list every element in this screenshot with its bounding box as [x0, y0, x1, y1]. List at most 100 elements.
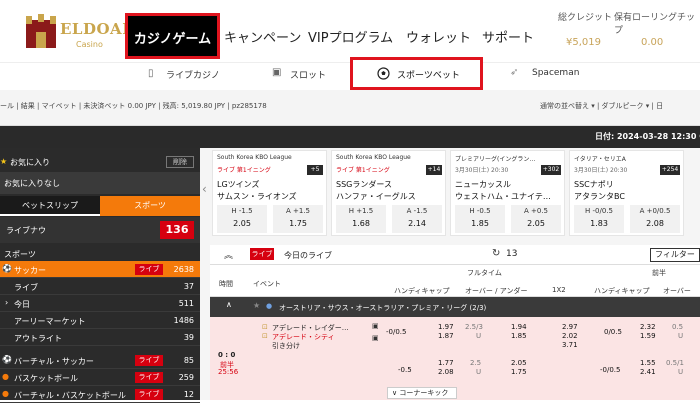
- odds-away-button[interactable]: A -1.5 2.14: [392, 205, 442, 233]
- odds-cell: U: [476, 332, 482, 340]
- filter-button[interactable]: フィルター: [650, 248, 700, 262]
- team-icon: ⊡: [262, 323, 268, 331]
- favorites-title: お気に入り: [10, 158, 50, 167]
- col-time: 時間: [219, 280, 233, 288]
- tab-sports[interactable]: スポーツ: [100, 196, 200, 216]
- odds-cell: U: [476, 368, 482, 376]
- card-icon: ▯: [148, 68, 154, 79]
- nav-wallet[interactable]: ウォレット: [406, 27, 471, 46]
- virtual-basketball-icon: ●: [2, 389, 9, 398]
- odds-cell[interactable]: 1.75: [511, 368, 527, 376]
- carousel-dots[interactable]: [412, 238, 532, 253]
- sports-heading: スポーツ: [4, 250, 36, 259]
- brand-logo[interactable]: ELDOAH Casino: [24, 14, 136, 52]
- collapse-up-icon[interactable]: ︽: [224, 248, 233, 261]
- nav-campaign[interactable]: キャンペーン: [224, 27, 301, 46]
- odds-cell[interactable]: 3.71: [562, 341, 578, 349]
- sort-options[interactable]: 通常の並べ替え ▾ | ダブルピーク ▾ | 日: [540, 101, 663, 111]
- odds-cell[interactable]: 2.05: [511, 359, 527, 367]
- odds-cell: 2.5: [470, 359, 482, 367]
- nav-vip[interactable]: VIPプログラム: [308, 27, 393, 46]
- featured-match-card[interactable]: イタリア・セリエA 3月30日(土) 20:30 +254 SSCナポリ アタラ…: [569, 150, 684, 236]
- subnav-sports-label: スポーツベット: [397, 71, 460, 81]
- delete-button[interactable]: 削除: [166, 156, 194, 168]
- odds-cell: -0/0.5: [600, 366, 621, 374]
- refresh-icon[interactable]: ↻: [492, 248, 500, 259]
- odds-cell[interactable]: 1.77: [438, 359, 454, 367]
- star-outline-icon[interactable]: ★: [253, 301, 260, 310]
- stats-icon[interactable]: ▣: [372, 334, 379, 342]
- match-clock: 25:56: [218, 368, 239, 376]
- nav-support[interactable]: サポート: [482, 27, 534, 46]
- soccer-icon: ⚽: [2, 264, 12, 273]
- col-firsthalf: 前半: [652, 269, 666, 277]
- subnav-sports-bet[interactable]: スポーツベット: [350, 57, 483, 90]
- col-handicap: ハンディキャップ: [394, 287, 450, 295]
- odds-away-button[interactable]: A +1.5 1.75: [273, 205, 323, 233]
- live-badge: ライブ: [135, 389, 163, 400]
- odds-cell[interactable]: 2.41: [640, 368, 656, 376]
- col-over-under: オーバー / アンダー: [465, 287, 528, 295]
- corner-kick-toggle[interactable]: ∨ コーナーキック: [387, 387, 457, 399]
- featured-match-card[interactable]: South Korea KBO League ライブ 第1イニング +14 SS…: [331, 150, 446, 236]
- brand-sub: Casino: [76, 40, 103, 49]
- chevron-right-icon: ›: [5, 298, 9, 307]
- virtual-soccer-icon: ⚽: [2, 355, 12, 364]
- odds-cell[interactable]: 2.02: [562, 332, 578, 340]
- sidebar-item-virtual-basketball[interactable]: ● バーチャル・バスケットボール ライブ 12: [0, 386, 200, 403]
- league-name: オーストリア・サウス・オーストラリア・プレミア・リーグ (2/3): [279, 304, 487, 312]
- odds-cell: 0.5/1: [666, 359, 684, 367]
- draw-label: 引き分け: [272, 342, 300, 350]
- live-badge: ライブ: [135, 355, 163, 366]
- sidebar-item-virtual-soccer[interactable]: ⚽ バーチャル・サッカー ライブ 85: [0, 352, 200, 369]
- sidebar-item-early[interactable]: アーリーマーケット 1486: [0, 312, 200, 329]
- chevron-up-icon[interactable]: ∧: [226, 300, 232, 309]
- odds-cell: 0.5: [672, 323, 684, 331]
- subnav-slots[interactable]: スロット: [290, 68, 326, 81]
- sidebar-item-today[interactable]: › 今日 511: [0, 295, 200, 312]
- featured-match-card[interactable]: プレミアリーグ(イングラン… 3月30日(土) 20:30 +302 ニューカッ…: [450, 150, 565, 236]
- odds-away-button[interactable]: A +0.5 2.05: [511, 205, 561, 233]
- odds-home-button[interactable]: H -1.5 2.05: [217, 205, 267, 233]
- live-count: 13: [506, 249, 518, 259]
- featured-match-card[interactable]: South Korea KBO League ライブ 第1イニング +5 LGツ…: [212, 150, 327, 236]
- nav-casino-games[interactable]: カジノゲーム: [125, 13, 220, 59]
- col-event: イベント: [253, 280, 281, 288]
- odds-cell[interactable]: 1.87: [438, 332, 454, 340]
- odds-cell[interactable]: 2.32: [640, 323, 656, 331]
- subnav-spaceman[interactable]: Spaceman: [532, 68, 579, 78]
- odds-cell[interactable]: 1.85: [511, 332, 527, 340]
- live-badge: ライブ: [135, 372, 163, 383]
- rolling-value: 0.00: [641, 37, 664, 48]
- tab-betslip[interactable]: ベットスリップ: [0, 196, 100, 216]
- odds-cell[interactable]: 2.08: [438, 368, 454, 376]
- sidebar-item-live[interactable]: ライブ 37: [0, 278, 200, 295]
- odds-cell[interactable]: 2.97: [562, 323, 578, 331]
- star-icon: ★: [0, 157, 8, 166]
- flag-icon: ●: [266, 302, 273, 310]
- odds-cell[interactable]: 1.97: [438, 323, 454, 331]
- carousel-prev-icon[interactable]: ‹: [202, 182, 207, 196]
- subnav-live-casino[interactable]: ライブカジノ: [166, 68, 220, 81]
- col-handicap-half: ハンディキャップ: [594, 287, 650, 295]
- sidebar-item-basketball[interactable]: ● バスケットボール ライブ 259: [0, 369, 200, 386]
- credit-value: ¥5,019: [566, 37, 601, 48]
- rocket-icon: ➶: [510, 67, 519, 78]
- odds-home-button[interactable]: H -0/0.5 1.83: [574, 205, 624, 233]
- odds-cell[interactable]: 1.55: [640, 359, 656, 367]
- sidebar-item-soccer[interactable]: ⚽ サッカー ライブ 2638: [0, 261, 200, 278]
- current-date: 日付: 2024-03-28 12:30 GM: [595, 132, 700, 141]
- odds-home-button[interactable]: H +1.5 1.68: [336, 205, 386, 233]
- stats-icon[interactable]: ▣: [372, 322, 379, 330]
- rolling-label: 保有ローリングチップ: [614, 13, 696, 36]
- odds-cell: U: [678, 332, 684, 340]
- sidebar-item-outright[interactable]: アウトライト 39: [0, 329, 200, 346]
- soccer-ball-icon: [377, 67, 390, 80]
- odds-home-button[interactable]: H -0.5 1.85: [455, 205, 505, 233]
- slot-icon: ▣: [272, 67, 282, 78]
- odds-cell[interactable]: 1.94: [511, 323, 527, 331]
- odds-cell[interactable]: 1.59: [640, 332, 656, 340]
- account-info-links[interactable]: ール | 結果 | マイベット | 未決済ベット 0.00 JPY | 残高: …: [0, 101, 267, 111]
- live-badge: ライブ: [135, 264, 163, 275]
- odds-away-button[interactable]: A +0/0.5 2.08: [630, 205, 680, 233]
